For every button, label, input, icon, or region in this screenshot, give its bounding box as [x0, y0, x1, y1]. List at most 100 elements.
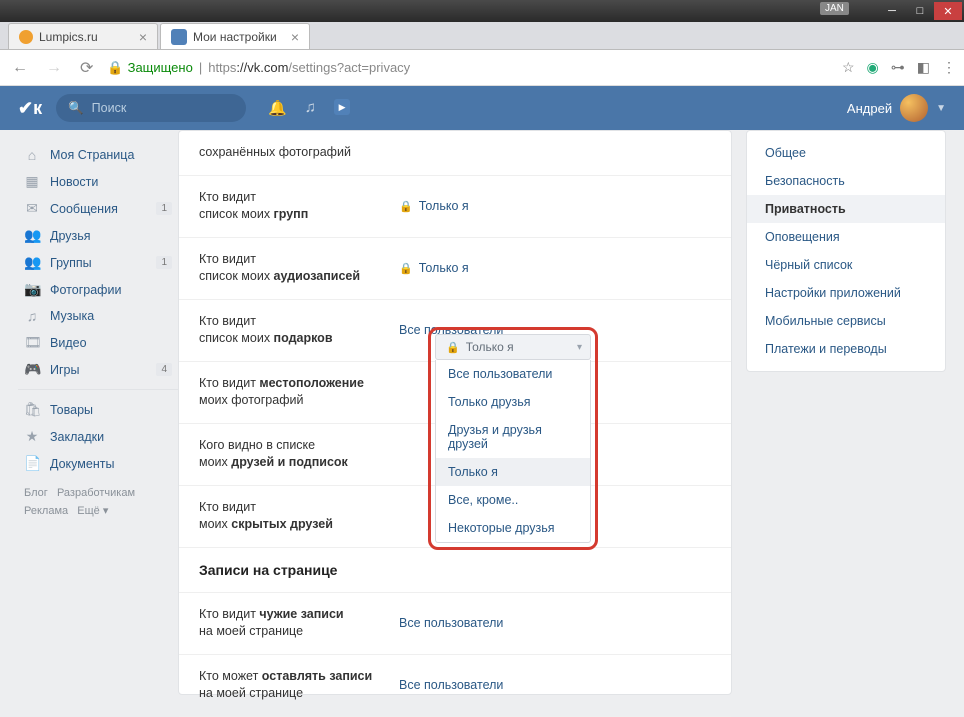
- dropdown-option[interactable]: Только я: [436, 458, 590, 486]
- window-minimize-button[interactable]: ─: [878, 2, 906, 20]
- nav-item[interactable]: ♫ Музыка: [18, 303, 178, 329]
- nav-icon: 🎞: [24, 334, 40, 351]
- tab-title: Мои настройки: [193, 30, 277, 44]
- setting-label: Кто видитсписок моих групп: [199, 189, 399, 224]
- tab-close-icon[interactable]: ×: [291, 29, 299, 45]
- search-placeholder: Поиск: [92, 101, 127, 115]
- bookmark-icon[interactable]: ☆: [842, 59, 855, 76]
- setting-label: Кого видно в спискемоих друзей и подписо…: [199, 437, 399, 472]
- nav-icon: 👥: [24, 254, 40, 271]
- setting-label: Кто видитсписок моих аудиозаписей: [199, 251, 399, 286]
- dropdown-option[interactable]: Друзья и друзья друзей: [436, 416, 590, 458]
- vk-logo-icon[interactable]: ✔к: [18, 98, 42, 119]
- nav-count-badge: 4: [156, 363, 172, 376]
- setting-value[interactable]: Все пользователи: [399, 678, 503, 692]
- nav-label: Сообщения: [50, 202, 118, 216]
- titlebar-badge: JAN: [820, 2, 849, 15]
- settings-sidemenu: ОбщееБезопасностьПриватностьОповещенияЧё…: [746, 130, 946, 372]
- nav-label: Моя Страница: [50, 148, 134, 162]
- dropdown-selected[interactable]: 🔒 Только я: [435, 334, 591, 360]
- nav-reload-icon[interactable]: ⟳: [76, 58, 97, 78]
- nav-icon: 📷: [24, 281, 40, 298]
- vk-header: ✔к 🔍 Поиск 🔔 ♫ ▶ Андрей ▼: [0, 86, 964, 130]
- nav-item[interactable]: 🎞 Видео: [18, 329, 178, 356]
- footer-more-link[interactable]: Ещё ▾: [77, 505, 108, 517]
- setting-value[interactable]: Только я: [419, 261, 469, 275]
- user-menu[interactable]: Андрей ▼: [847, 94, 946, 122]
- lock-icon: 🔒: [399, 200, 413, 213]
- setting-label: Кто видитсписок моих подарков: [199, 313, 399, 348]
- music-icon[interactable]: ♫: [305, 99, 316, 117]
- window-maximize-button[interactable]: □: [906, 2, 934, 20]
- browser-address-bar: ← → ⟳ 🔒 Защищено | https://vk.com/settin…: [0, 50, 964, 86]
- nav-item[interactable]: 🎮Игры4: [18, 356, 178, 383]
- sidemenu-item[interactable]: Безопасность: [747, 167, 945, 195]
- nav-item[interactable]: 📷 Фотографии: [18, 276, 178, 303]
- nav-item[interactable]: ▦ Новости: [18, 168, 178, 195]
- nav-item[interactable]: ⌂ Моя Страница: [18, 142, 178, 168]
- tab-close-icon[interactable]: ×: [139, 29, 147, 45]
- dropdown-selected-label: Только я: [466, 340, 514, 354]
- nav-icon: ⌂: [24, 147, 40, 163]
- setting-row: Кто видитсписок моих групп🔒 Только я: [179, 176, 731, 238]
- sidemenu-item[interactable]: Платежи и переводы: [747, 335, 945, 363]
- lock-icon: 🔒: [107, 60, 123, 76]
- nav-icon: ▦: [24, 173, 40, 190]
- nav-label: Документы: [50, 457, 114, 471]
- nav-item[interactable]: 🛍Товары: [18, 396, 178, 423]
- nav-item[interactable]: ★Закладки: [18, 423, 178, 450]
- footer-ads-link[interactable]: Реклама: [24, 505, 68, 517]
- extension-icon[interactable]: ◉: [867, 59, 879, 76]
- extension-icon[interactable]: ◧: [917, 59, 930, 76]
- nav-item[interactable]: 👥Друзья: [18, 222, 178, 249]
- tab-title: Lumpics.ru: [39, 30, 98, 44]
- notifications-icon[interactable]: 🔔: [268, 99, 287, 117]
- sidemenu-item[interactable]: Приватность: [747, 195, 945, 223]
- dropdown-option[interactable]: Все, кроме..: [436, 486, 590, 514]
- setting-value[interactable]: Все пользователи: [399, 616, 503, 630]
- nav-forward-icon[interactable]: →: [42, 59, 66, 77]
- sidemenu-item[interactable]: Оповещения: [747, 223, 945, 251]
- nav-item[interactable]: ✉Сообщения1: [18, 195, 178, 222]
- nav-back-icon[interactable]: ←: [8, 59, 32, 77]
- url-input[interactable]: 🔒 Защищено | https://vk.com/settings?act…: [107, 60, 832, 76]
- footer-dev-link[interactable]: Разработчикам: [57, 487, 135, 499]
- setting-value[interactable]: Только я: [419, 199, 469, 213]
- nav-label: Музыка: [50, 309, 94, 323]
- nav-count-badge: 1: [156, 202, 172, 215]
- extension-key-icon[interactable]: ⊶: [891, 59, 905, 76]
- setting-label: сохранённых фотографий: [199, 144, 399, 162]
- highlighted-dropdown: 🔒 Только я Все пользователиТолько друзья…: [428, 327, 598, 550]
- dropdown-option[interactable]: Только друзья: [436, 388, 590, 416]
- nav-label: Друзья: [50, 229, 91, 243]
- nav-label: Фотографии: [50, 283, 121, 297]
- dropdown-option[interactable]: Некоторые друзья: [436, 514, 590, 542]
- dropdown-option[interactable]: Все пользователи: [436, 360, 590, 388]
- nav-label: Видео: [50, 336, 87, 350]
- browser-tabstrip: Lumpics.ru × Мои настройки ×: [0, 22, 964, 50]
- setting-row: Кто может оставлять записина моей страни…: [179, 655, 731, 717]
- user-name: Андрей: [847, 101, 892, 116]
- window-close-button[interactable]: ✕: [934, 2, 962, 20]
- browser-tab[interactable]: Lumpics.ru ×: [8, 23, 158, 49]
- dropdown-list: Все пользователиТолько друзьяДрузья и др…: [435, 360, 591, 543]
- footer-blog-link[interactable]: Блог: [24, 487, 48, 499]
- setting-row: Кто видитсписок моих аудиозаписей🔒 Тольк…: [179, 238, 731, 300]
- nav-icon: ♫: [24, 308, 40, 324]
- nav-item[interactable]: 👥Группы1: [18, 249, 178, 276]
- browser-menu-icon[interactable]: ⋮: [942, 59, 956, 76]
- nav-item[interactable]: 📄Документы: [18, 450, 178, 477]
- setting-label: Кто может оставлять записина моей страни…: [199, 668, 399, 703]
- sidemenu-item[interactable]: Мобильные сервисы: [747, 307, 945, 335]
- browser-tab[interactable]: Мои настройки ×: [160, 23, 310, 49]
- play-icon[interactable]: ▶: [334, 99, 350, 115]
- search-input[interactable]: 🔍 Поиск: [56, 94, 246, 122]
- nav-icon: ★: [24, 428, 40, 445]
- chevron-down-icon: ▼: [936, 103, 946, 114]
- nav-label: Новости: [50, 175, 98, 189]
- sidemenu-item[interactable]: Чёрный список: [747, 251, 945, 279]
- sidemenu-item[interactable]: Настройки приложений: [747, 279, 945, 307]
- setting-row: сохранённых фотографий: [179, 131, 731, 176]
- sidemenu-item[interactable]: Общее: [747, 139, 945, 167]
- footer-links: Блог Разработчикам Реклама Ещё ▾: [18, 485, 178, 520]
